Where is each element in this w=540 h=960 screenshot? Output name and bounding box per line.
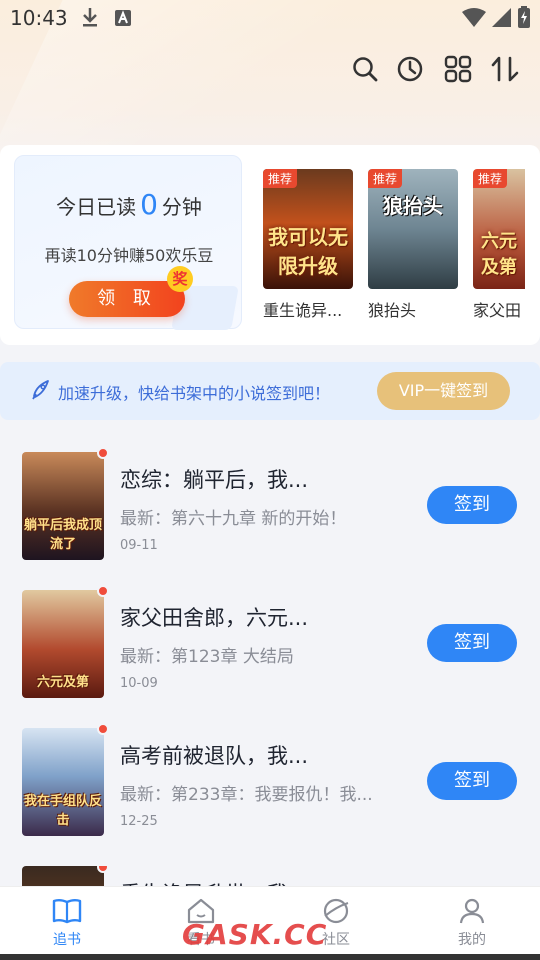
app-notification-icon [114,9,132,31]
recommended-book-name: 狼抬头 [368,301,417,320]
cover-title: 躺平后我成顶流了 [24,518,103,552]
book-icon [27,895,107,927]
recommended-book[interactable]: 推荐 我可以无限升级 重生诡异... [263,169,355,321]
update-dot [97,866,109,873]
latest-chapter: 最新：第六十九章 新的开始！ [120,509,347,529]
list-item[interactable]: 我在手组队反击 高考前被退队，我... 最新：第233章：我要报仇！我... 1… [0,723,540,866]
search-icon[interactable] [350,54,380,84]
promo-text: 加速升级，快给书架中的小说签到吧！ [58,384,331,403]
nav-label: 我的 [458,932,486,948]
cover-title: 我可以无限升级 [268,225,348,278]
status-time: 10:43 [10,6,68,30]
recommend-tag: 推荐 [263,169,298,188]
user-icon [432,895,512,927]
book-cover [22,866,104,886]
update-date: 12-25 [120,814,158,829]
download-icon [80,6,100,32]
vip-one-click-sign-button[interactable]: VIP一键签到 [377,372,510,410]
update-date: 09-11 [120,538,158,553]
nav-label: 追书 [53,932,81,948]
reading-section: 今日已读 0 分钟 再读10分钟赚50欢乐豆 领 取 奖 推荐 我可以无限升级 重生… [0,145,540,345]
book-cover: 推荐 六元及第 [473,169,525,289]
reading-minutes: 0 [140,188,158,221]
cover-title: 我在手组队反击 [24,794,103,828]
history-clock-icon[interactable] [395,54,425,84]
book-cover: 推荐 狼抬头 [368,169,458,289]
recommended-book[interactable]: 推荐 狼抬头 狼抬头 [368,169,460,321]
list-item[interactable]: 重生诡异升世，我... [0,866,540,886]
reading-title-prefix: 今日已读 [56,195,137,219]
latest-chapter: 最新：第123章 大结局 [120,647,294,667]
wifi-icon [462,8,486,32]
sort-icon[interactable] [490,54,520,84]
recommended-book-name: 重生诡异... [263,301,343,320]
reading-time-title: 今日已读 0 分钟 [15,188,243,221]
sign-in-promo-banner: 加速升级，快给书架中的小说签到吧！ VIP一键签到 [0,362,540,420]
battery-icon [518,6,530,32]
nav-item-bookshelf[interactable]: 追书 [27,895,107,949]
book-title: 高考前被退队，我... [120,744,309,768]
recommend-tag: 推荐 [473,169,508,188]
cover-title: 六元及第 [36,675,89,690]
update-dot [97,447,109,459]
cover-title: 狼抬头 [383,194,443,218]
watermark: GASK.CC [182,918,328,951]
status-bar: 10:43 [0,0,540,36]
sign-in-button[interactable]: 签到 [427,762,517,800]
grid-icon[interactable] [443,54,473,84]
list-item[interactable]: 躺平后我成顶流了 恋综：躺平后，我... 最新：第六十九章 新的开始！ 09-1… [0,447,540,590]
latest-chapter: 最新：第233章：我要报仇！我... [120,785,373,805]
book-cover: 推荐 我可以无限升级 [263,169,353,289]
update-dot [97,585,109,597]
claim-button[interactable]: 领 取 [69,281,185,317]
update-dot [97,723,109,735]
reading-reward-hint: 再读10分钟赚50欢乐豆 [44,246,214,265]
list-item[interactable]: 六元及第 家父田舍郎，六元... 最新：第123章 大结局 10-09 签到 [0,585,540,728]
book-cover: 躺平后我成顶流了 [22,452,104,560]
nav-item-profile[interactable]: 我的 [432,895,512,949]
rocket-icon [30,378,52,400]
book-cover: 我在手组队反击 [22,728,104,836]
recommended-book[interactable]: 推荐 六元及第 家父田 [473,169,525,321]
system-home-bar [0,954,540,960]
update-date: 10-09 [120,676,158,691]
reading-time-card: 今日已读 0 分钟 再读10分钟赚50欢乐豆 领 取 奖 [14,155,243,330]
book-title: 重生诡异升世，我... [120,878,410,886]
book-cover: 六元及第 [22,590,104,698]
sign-in-button[interactable]: 签到 [427,486,517,524]
reading-title-suffix: 分钟 [161,195,202,219]
recommended-book-name: 家父田 [473,301,522,320]
signal-icon [492,8,512,32]
reward-badge: 奖 [167,266,193,292]
sign-in-button[interactable]: 签到 [427,624,517,662]
recommend-tag: 推荐 [368,169,403,188]
cover-title: 六元及第 [481,231,517,278]
book-title: 家父田舍郎，六元... [120,606,309,630]
book-title: 恋综：躺平后，我... [120,468,309,492]
